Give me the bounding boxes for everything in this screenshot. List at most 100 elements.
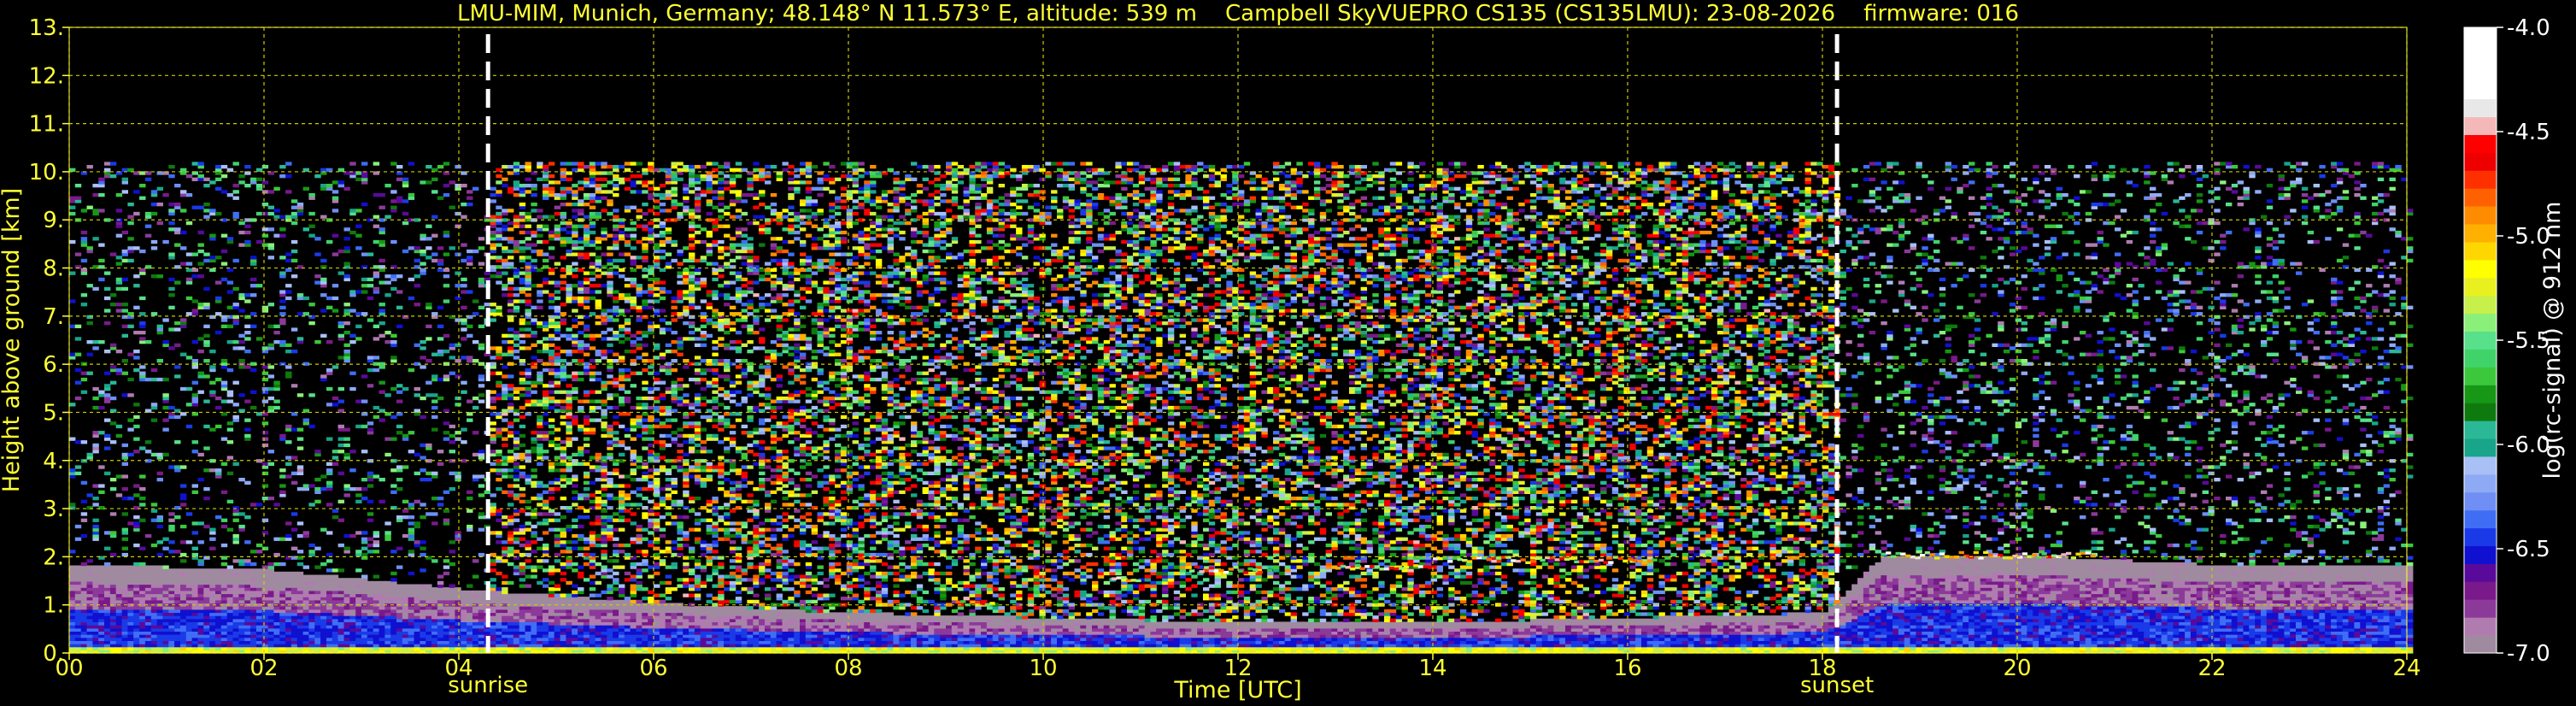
heatmap-cell: [583, 343, 590, 347]
heatmap-cell: [150, 246, 158, 250]
heatmap-cell: [290, 590, 298, 595]
heatmap-cell: [560, 203, 566, 207]
heatmap-cell: [537, 380, 543, 385]
heatmap-cell: [508, 521, 514, 526]
heatmap-cell: [109, 252, 117, 256]
heatmap-cell: [144, 211, 152, 216]
heatmap-cell: [343, 277, 350, 282]
heatmap-cell: [513, 224, 520, 228]
heatmap-cell: [285, 440, 292, 444]
heatmap-cell: [554, 621, 561, 626]
heatmap-cell: [490, 559, 496, 563]
heatmap-cell: [390, 209, 397, 213]
heatmap-cell: [443, 350, 450, 354]
heatmap-cell: [390, 386, 397, 391]
heatmap-cell: [349, 615, 356, 620]
heatmap-cell: [466, 640, 473, 644]
heatmap-cell: [92, 584, 99, 588]
heatmap-cell: [554, 462, 561, 466]
heatmap-cell: [261, 546, 269, 550]
heatmap-cell: [502, 271, 508, 275]
heatmap-cell: [548, 180, 555, 185]
heatmap-cell: [115, 599, 123, 604]
heatmap-cell: [396, 199, 403, 203]
heatmap-cell: [566, 203, 572, 207]
heatmap-cell: [279, 640, 286, 644]
heatmap-cell: [203, 258, 210, 263]
heatmap-cell: [150, 599, 158, 604]
heatmap-cell: [443, 284, 450, 288]
heatmap-cell: [98, 646, 105, 650]
heatmap-cell: [566, 374, 572, 379]
heatmap-cell: [566, 405, 572, 410]
heatmap-cell: [285, 258, 292, 263]
heatmap-cell: [273, 552, 280, 557]
heatmap-cell: [320, 487, 327, 491]
heatmap-cell: [69, 299, 76, 303]
heatmap-cell: [203, 593, 210, 597]
heatmap-cell: [554, 615, 561, 620]
heatmap-cell: [121, 593, 128, 597]
heatmap-cell: [86, 640, 93, 644]
heatmap-cell: [373, 224, 380, 228]
heatmap-cell: [191, 606, 198, 610]
heatmap-cell: [449, 646, 455, 650]
heatmap-cell: [537, 290, 543, 294]
heatmap-cell: [449, 615, 455, 620]
heatmap-cell: [261, 497, 269, 501]
heatmap-cell: [121, 333, 128, 338]
heatmap-cell: [226, 568, 234, 573]
heatmap-cell: [133, 211, 140, 216]
heatmap-cell: [80, 609, 88, 614]
heatmap-cell: [74, 621, 82, 626]
heatmap-cell: [560, 550, 566, 554]
heatmap-cell: [361, 284, 368, 288]
heatmap-cell: [554, 224, 561, 228]
heatmap-cell: [121, 546, 128, 550]
heatmap-cell: [220, 190, 228, 194]
heatmap-cell: [220, 593, 228, 597]
heatmap-cell: [337, 543, 344, 548]
heatmap-cell: [121, 512, 128, 516]
heatmap-cell: [373, 590, 380, 595]
heatmap-cell: [531, 484, 537, 488]
heatmap-cell: [191, 490, 198, 494]
heatmap-cell: [420, 503, 426, 507]
heatmap-cell: [589, 621, 596, 626]
heatmap-cell: [267, 190, 274, 194]
heatmap-cell: [601, 565, 607, 569]
heatmap-cell: [226, 471, 234, 475]
heatmap-cell: [478, 450, 485, 454]
heatmap-cell: [168, 305, 175, 309]
heatmap-cell: [601, 209, 607, 213]
heatmap-cell: [86, 352, 93, 356]
heatmap-cell: [572, 359, 578, 363]
heatmap-cell: [414, 386, 420, 391]
heatmap-cell: [215, 568, 222, 573]
heatmap-cell: [209, 599, 216, 604]
heatmap-cell: [543, 499, 549, 503]
heatmap-cell: [437, 574, 444, 579]
heatmap-cell: [69, 646, 76, 650]
heatmap-cell: [455, 165, 461, 169]
heatmap-cell: [332, 450, 339, 454]
heatmap-cell: [92, 527, 99, 532]
heatmap-cell: [466, 609, 473, 614]
heatmap-cell: [384, 437, 391, 441]
heatmap-cell: [174, 578, 181, 582]
heatmap-cell: [496, 621, 502, 626]
heatmap-cell: [595, 478, 601, 482]
heatmap-cell: [314, 274, 321, 279]
heatmap-cell: [543, 521, 549, 526]
heatmap-cell: [296, 293, 304, 297]
heatmap-cell: [601, 527, 607, 532]
heatmap-cell: [232, 418, 239, 422]
heatmap-cell: [220, 615, 228, 620]
heatmap-cell: [133, 578, 140, 582]
heatmap-cell: [508, 431, 514, 435]
heatmap-cell: [98, 209, 105, 213]
heatmap-cell: [543, 327, 549, 332]
heatmap-cell: [502, 437, 508, 441]
heatmap-cell: [560, 365, 566, 369]
heatmap-cell: [349, 625, 356, 629]
